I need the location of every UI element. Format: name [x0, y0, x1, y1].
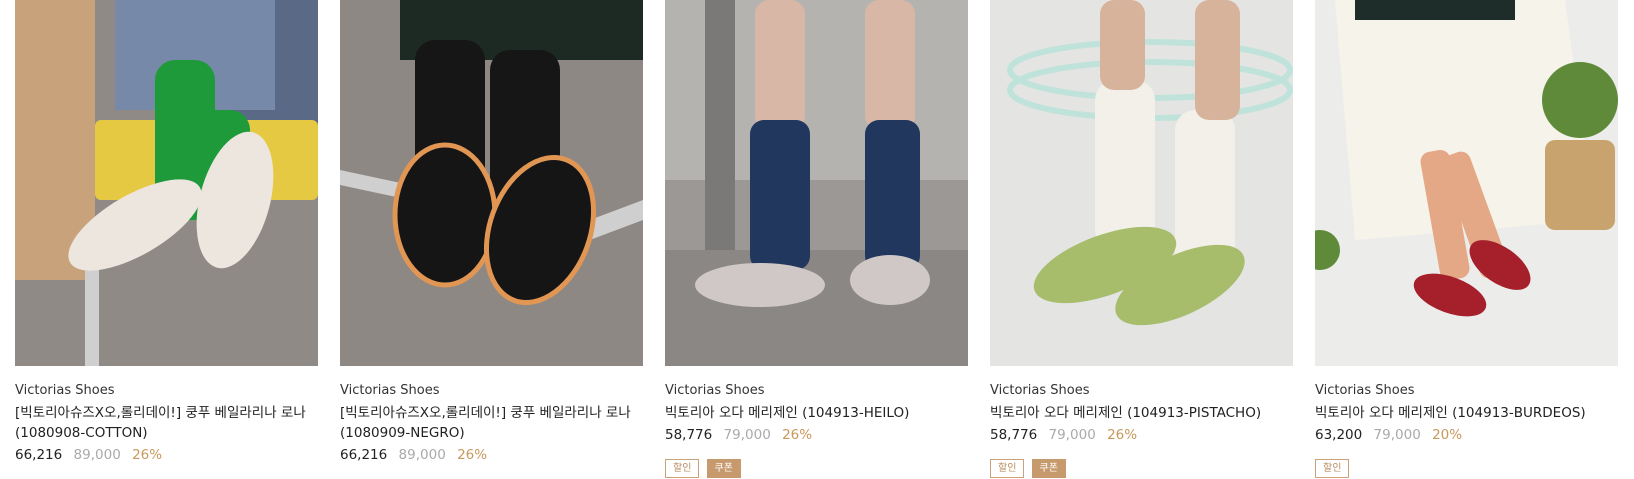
original-price: 89,000 — [73, 447, 121, 463]
discount-rate: 26% — [782, 427, 813, 443]
original-price: 89,000 — [398, 447, 446, 463]
product-title[interactable]: 빅토리아 오다 메리제인 (104913-PISTACHO) — [990, 403, 1293, 423]
coupon-badge: 쿠폰 — [706, 459, 741, 478]
brand-name[interactable]: Victorias Shoes — [15, 382, 318, 400]
product-photo-red-shoes-white-skirt — [1315, 0, 1618, 366]
original-price: 79,000 — [1373, 427, 1421, 443]
product-grid: Victorias Shoes [빅토리아슈즈X오,롤리데이!] 쿵푸 베일라리… — [0, 0, 1634, 479]
discount-rate: 26% — [457, 447, 488, 463]
brand-name[interactable]: Victorias Shoes — [990, 382, 1293, 400]
product-title[interactable]: 빅토리아 오다 메리제인 (104913-HEILO) — [665, 403, 968, 423]
brand-name[interactable]: Victorias Shoes — [665, 382, 968, 400]
badge-group: 할인 — [1315, 459, 1618, 479]
product-image-link[interactable] — [340, 0, 643, 366]
price-row: 63,200 79,000 20% — [1315, 425, 1618, 445]
discount-rate: 26% — [132, 447, 163, 463]
product-card[interactable]: Victorias Shoes [빅토리아슈즈X오,롤리데이!] 쿵푸 베일라리… — [15, 0, 318, 465]
discount-rate: 26% — [1107, 427, 1138, 443]
discount-badge: 할인 — [990, 459, 1025, 478]
product-photo-green-socks-white-shoes — [15, 0, 318, 366]
price-row: 58,776 79,000 26% — [990, 425, 1293, 445]
badge-group: 할인 쿠폰 — [990, 459, 1293, 479]
original-price: 79,000 — [1048, 427, 1096, 443]
product-title[interactable]: [빅토리아슈즈X오,롤리데이!] 쿵푸 베일라리나 로나 (1080909-NE… — [340, 403, 643, 443]
price-row: 66,216 89,000 26% — [15, 445, 318, 465]
product-photo-black-socks-black-shoes — [340, 0, 643, 366]
original-price: 79,000 — [723, 427, 771, 443]
product-card[interactable]: Victorias Shoes [빅토리아슈즈X오,롤리데이!] 쿵푸 베일라리… — [340, 0, 643, 465]
badge-group: 할인 쿠폰 — [665, 459, 968, 479]
discount-badge: 할인 — [1315, 459, 1350, 478]
brand-name[interactable]: Victorias Shoes — [340, 382, 643, 400]
discount-rate: 20% — [1432, 427, 1463, 443]
product-title[interactable]: [빅토리아슈즈X오,롤리데이!] 쿵푸 베일라리나 로나 (1080908-CO… — [15, 403, 318, 443]
brand-name[interactable]: Victorias Shoes — [1315, 382, 1618, 400]
sale-price: 58,776 — [990, 427, 1038, 443]
sale-price: 58,776 — [665, 427, 713, 443]
product-photo-navy-socks-grey-shoes — [665, 0, 968, 366]
product-image-link[interactable] — [990, 0, 1293, 366]
coupon-badge: 쿠폰 — [1031, 459, 1066, 478]
discount-badge: 할인 — [665, 459, 700, 478]
sale-price: 63,200 — [1315, 427, 1363, 443]
product-image-link[interactable] — [15, 0, 318, 366]
price-row: 66,216 89,000 26% — [340, 445, 643, 465]
price-row: 58,776 79,000 26% — [665, 425, 968, 445]
product-card[interactable]: Victorias Shoes 빅토리아 오다 메리제인 (104913-BUR… — [1315, 0, 1618, 479]
sale-price: 66,216 — [340, 447, 388, 463]
product-card[interactable]: Victorias Shoes 빅토리아 오다 메리제인 (104913-PIS… — [990, 0, 1293, 479]
product-image-link[interactable] — [665, 0, 968, 366]
product-title[interactable]: 빅토리아 오다 메리제인 (104913-BURDEOS) — [1315, 403, 1618, 423]
product-card[interactable]: Victorias Shoes 빅토리아 오다 메리제인 (104913-HEI… — [665, 0, 968, 479]
product-image-link[interactable] — [1315, 0, 1618, 366]
product-photo-white-socks-green-shoes — [990, 0, 1293, 366]
sale-price: 66,216 — [15, 447, 63, 463]
